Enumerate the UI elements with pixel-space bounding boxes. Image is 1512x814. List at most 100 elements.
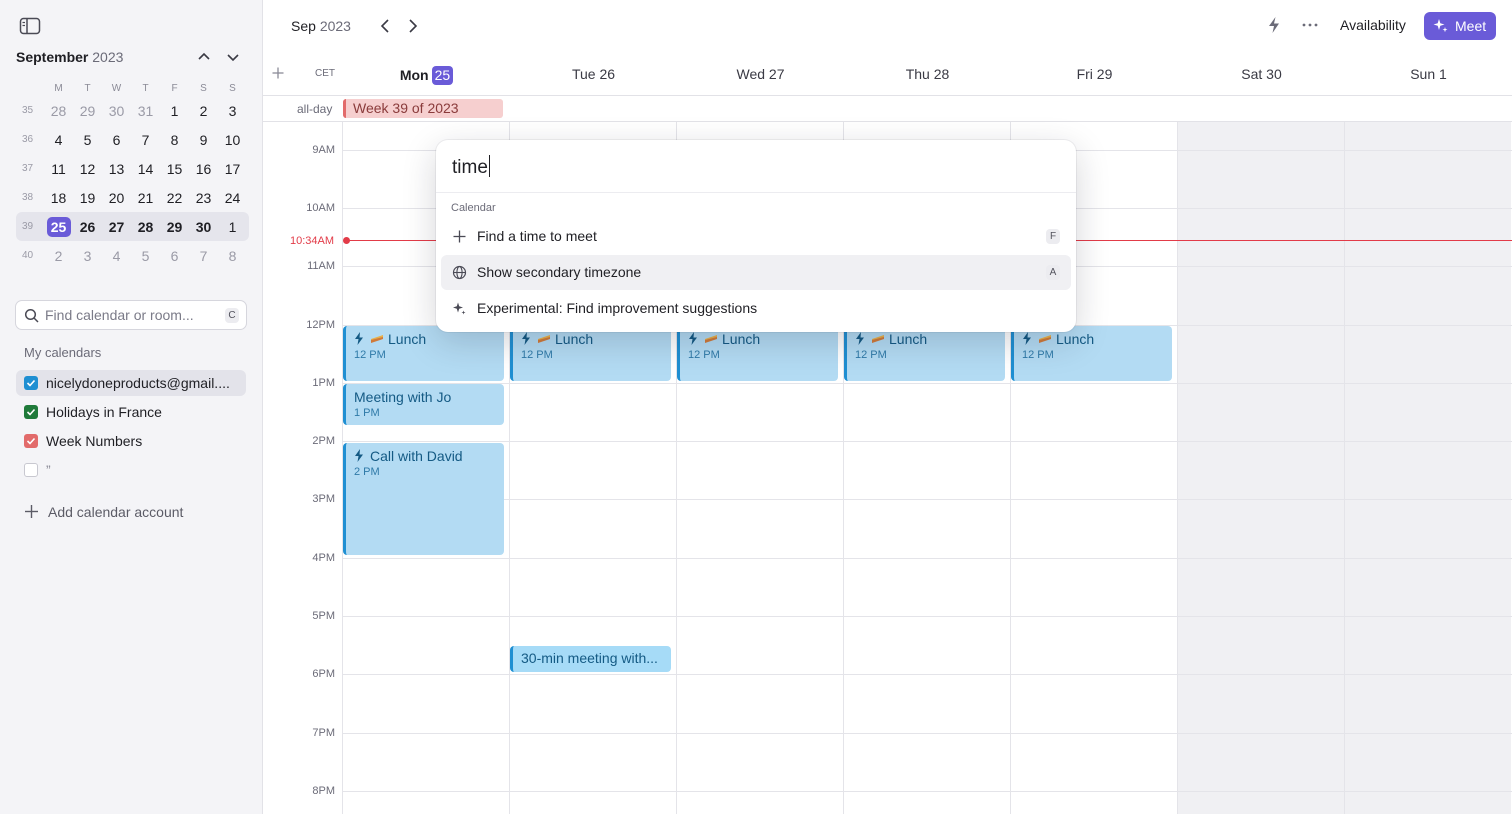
chevron-down-icon[interactable] (224, 48, 242, 66)
day-header[interactable]: Fri 29 (1011, 66, 1178, 82)
mini-day[interactable]: 22 (160, 190, 189, 206)
event-lunch[interactable]: Lunch 12 PM (510, 326, 671, 381)
add-timezone-icon[interactable] (271, 66, 285, 80)
mini-day[interactable]: 24 (218, 190, 247, 206)
mini-day[interactable]: 27 (102, 219, 131, 235)
event-lunch[interactable]: Lunch 12 PM (1011, 326, 1172, 381)
event-lunch[interactable]: Lunch 12 PM (844, 326, 1005, 381)
mini-day[interactable]: 30 (102, 103, 131, 119)
day-header[interactable]: Wed 27 (677, 66, 844, 82)
command-find-time-to-meet[interactable]: Find a time to meet F (441, 219, 1071, 254)
mini-day-today[interactable]: 25 (44, 216, 73, 237)
availability-button[interactable]: Availability (1340, 17, 1406, 33)
mini-day[interactable]: 3 (73, 248, 102, 264)
mini-day[interactable]: 4 (44, 132, 73, 148)
week-number: 37 (22, 163, 34, 174)
mini-day[interactable]: 19 (73, 190, 102, 206)
mini-day[interactable]: 8 (160, 132, 189, 148)
mini-day[interactable]: 29 (73, 103, 102, 119)
command-show-secondary-timezone[interactable]: Show secondary timezone A (441, 255, 1071, 290)
mini-day[interactable]: 1 (160, 103, 189, 119)
mini-day[interactable]: 21 (131, 190, 160, 206)
event-30-min-meeting[interactable]: 30-min meeting with... (510, 646, 671, 672)
period-year: 2023 (319, 18, 351, 34)
mini-day[interactable]: 26 (73, 219, 102, 235)
bolt-icon[interactable] (1266, 16, 1282, 34)
mini-day[interactable]: 29 (160, 219, 189, 235)
mini-day[interactable]: 28 (44, 103, 73, 119)
mini-day[interactable]: 2 (44, 248, 73, 264)
mini-day[interactable]: 20 (102, 190, 131, 206)
mini-day[interactable]: 5 (73, 132, 102, 148)
mini-day[interactable]: 11 (44, 161, 73, 177)
event-time: 2 PM (354, 466, 380, 478)
period-month: Sep (291, 18, 316, 34)
mini-day[interactable]: 30 (189, 219, 218, 235)
chevron-up-icon[interactable] (195, 48, 213, 66)
day-header[interactable]: Sat 30 (1178, 66, 1345, 82)
event-time: 12 PM (354, 349, 386, 361)
mini-day[interactable]: 31 (131, 103, 160, 119)
mini-day[interactable]: 3 (218, 103, 247, 119)
mini-day[interactable]: 10 (218, 132, 247, 148)
calendar-search-input[interactable]: Find calendar or room... C (15, 300, 247, 330)
today-date-badge: 25 (431, 66, 454, 85)
mini-day[interactable]: 13 (102, 161, 131, 177)
week-number-event[interactable]: Week 39 of 2023 (343, 99, 503, 118)
mini-day[interactable]: 15 (160, 161, 189, 177)
calendar-item[interactable]: nicelydoneproducts@gmail.... (16, 370, 246, 396)
event-lunch[interactable]: Lunch 12 PM (343, 326, 504, 381)
mini-day[interactable]: 14 (131, 161, 160, 177)
mini-day[interactable]: 4 (102, 248, 131, 264)
mini-day[interactable]: 7 (189, 248, 218, 264)
checkbox-unchecked[interactable] (24, 463, 38, 477)
meet-button[interactable]: Meet (1424, 12, 1496, 40)
sidebar-toggle-icon[interactable] (19, 16, 41, 36)
sandwich-icon (1039, 335, 1051, 343)
mini-day[interactable]: 23 (189, 190, 218, 206)
checkbox-checked[interactable] (24, 405, 38, 419)
hour-label: 12PM (306, 319, 335, 331)
event-time: 12 PM (688, 349, 720, 361)
checkbox-checked[interactable] (24, 376, 38, 390)
chevron-left-icon[interactable] (377, 17, 393, 35)
command-label: Show secondary timezone (477, 264, 642, 280)
hour-label: 11AM (307, 260, 335, 272)
mini-day[interactable]: 28 (131, 219, 160, 235)
day-header[interactable]: Tue 26 (510, 66, 677, 82)
mini-week-row: 36 4 5 6 7 8 9 10 (16, 125, 247, 154)
mini-day[interactable]: 6 (160, 248, 189, 264)
more-icon[interactable] (1301, 16, 1319, 34)
day-header[interactable]: Thu 28 (844, 66, 1011, 82)
event-lunch[interactable]: Lunch 12 PM (677, 326, 838, 381)
command-group-label: Calendar (451, 202, 496, 214)
event-meeting-with-jo[interactable]: Meeting with Jo 1 PM (343, 384, 504, 425)
day-header-today[interactable]: Mon 25 (343, 66, 510, 85)
calendar-item[interactable]: ” (16, 457, 246, 483)
text-caret (488, 155, 490, 177)
mini-day[interactable]: 1 (218, 219, 247, 235)
mini-day[interactable]: 9 (189, 132, 218, 148)
hour-label: 3PM (312, 493, 335, 505)
calendar-item[interactable]: Holidays in France (16, 399, 246, 425)
hour-label: 5PM (312, 610, 335, 622)
mini-day[interactable]: 8 (218, 248, 247, 264)
event-call-with-david[interactable]: Call with David 2 PM (343, 443, 504, 555)
mini-day[interactable]: 6 (102, 132, 131, 148)
chevron-right-icon[interactable] (405, 17, 421, 35)
mini-day[interactable]: 17 (218, 161, 247, 177)
event-time: 1 PM (354, 407, 380, 419)
mini-day[interactable]: 5 (131, 248, 160, 264)
mini-day[interactable]: 12 (73, 161, 102, 177)
day-header[interactable]: Sun 1 (1345, 66, 1512, 82)
command-find-improvement-suggestions[interactable]: Experimental: Find improvement suggestio… (441, 291, 1071, 326)
mini-week-row: 38 18 19 20 21 22 23 24 (16, 183, 247, 212)
command-search-input[interactable]: time (452, 155, 490, 179)
mini-day[interactable]: 2 (189, 103, 218, 119)
mini-day[interactable]: 16 (189, 161, 218, 177)
mini-day[interactable]: 18 (44, 190, 73, 206)
checkbox-checked[interactable] (24, 434, 38, 448)
calendar-item[interactable]: Week Numbers (16, 428, 246, 454)
mini-day[interactable]: 7 (131, 132, 160, 148)
command-label: Experimental: Find improvement suggestio… (477, 300, 758, 316)
